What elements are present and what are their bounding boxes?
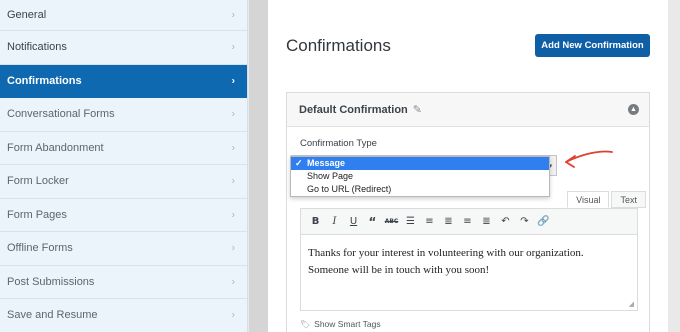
- resize-handle-icon[interactable]: ◢: [629, 300, 634, 308]
- pencil-icon[interactable]: ✎: [413, 103, 422, 116]
- sidebar-item-label: General: [7, 9, 47, 21]
- bold-icon[interactable]: B: [307, 213, 324, 231]
- card-header[interactable]: Default Confirmation ✎ ▲: [287, 93, 649, 127]
- chevron-right-icon: ›: [231, 242, 235, 254]
- numbered-list-icon[interactable]: ≡: [421, 213, 438, 231]
- italic-icon[interactable]: I: [326, 213, 343, 231]
- chevron-right-icon: ›: [231, 75, 235, 87]
- sidebar-item-offline-forms[interactable]: Offline Forms ›: [0, 232, 247, 266]
- bulleted-list-icon[interactable]: ☰: [402, 213, 419, 231]
- dropdown-option-show-page[interactable]: Show Page: [291, 170, 549, 183]
- sidebar-item-form-abandonment[interactable]: Form Abandonment ›: [0, 132, 247, 165]
- sidebar-item-label: Form Locker: [7, 175, 69, 188]
- redo-icon[interactable]: ↷: [516, 213, 533, 231]
- editor-line: Someone will be in touch with you soon!: [308, 264, 490, 276]
- sidebar-item-general[interactable]: General ›: [0, 0, 247, 31]
- align-left-icon[interactable]: ≣: [440, 213, 457, 231]
- sidebar-item-confirmations[interactable]: Confirmations ›: [0, 64, 247, 98]
- smart-tags-label: Show Smart Tags: [314, 319, 381, 329]
- strikethrough-icon[interactable]: ABC: [383, 213, 400, 231]
- show-smart-tags-link[interactable]: 🏷 Show Smart Tags: [300, 319, 381, 329]
- collapse-icon[interactable]: ▲: [628, 104, 639, 115]
- confirmation-card: Default Confirmation ✎ ▲ Confirmation Ty…: [286, 92, 650, 332]
- main-panel: Confirmations Add New Confirmation Defau…: [268, 0, 668, 332]
- sidebar-item-conversational-forms[interactable]: Conversational Forms ›: [0, 98, 247, 132]
- sidebar-item-label: Notifications: [7, 41, 67, 54]
- sidebar-item-form-pages[interactable]: Form Pages ›: [0, 199, 247, 232]
- editor-line: Thanks for your interest in volunteering…: [308, 247, 584, 259]
- sidebar-item-label: Form Pages: [7, 208, 67, 221]
- confirmation-type-label: Confirmation Type: [300, 138, 377, 149]
- tab-visual[interactable]: Visual: [567, 191, 610, 208]
- add-new-confirmation-button[interactable]: Add New Confirmation: [535, 34, 650, 57]
- editor-tabs: Visual Text: [567, 191, 646, 208]
- align-right-icon[interactable]: ≣: [478, 213, 495, 231]
- annotation-arrow-icon: [565, 150, 613, 168]
- sidebar-item-form-locker[interactable]: Form Locker ›: [0, 165, 247, 199]
- page-title: Confirmations: [286, 36, 391, 55]
- sidebar-item-label: Post Submissions: [7, 275, 95, 288]
- dropdown-option-go-to-url[interactable]: Go to URL (Redirect): [291, 183, 549, 196]
- tab-text[interactable]: Text: [611, 191, 646, 208]
- card-title: Default Confirmation: [299, 103, 408, 116]
- editor-toolbar: B I U “ ABC ☰ ≡ ≣ ≡ ≣ ↶ ↷ 🔗: [301, 209, 637, 235]
- sidebar-item-post-submissions[interactable]: Post Submissions ›: [0, 266, 247, 299]
- link-icon[interactable]: 🔗: [535, 213, 552, 231]
- message-editor[interactable]: B I U “ ABC ☰ ≡ ≣ ≡ ≣ ↶ ↷ 🔗 Thanks for y…: [300, 208, 638, 311]
- sidebar-item-label: Conversational Forms: [7, 108, 115, 121]
- align-center-icon[interactable]: ≡: [459, 213, 476, 231]
- undo-icon[interactable]: ↶: [497, 213, 514, 231]
- underline-icon[interactable]: U: [345, 213, 362, 231]
- chevron-right-icon: ›: [231, 9, 235, 21]
- chevron-right-icon: ›: [231, 175, 235, 187]
- chevron-right-icon: ›: [231, 41, 235, 53]
- dropdown-option-message[interactable]: ✓ Message: [291, 157, 549, 170]
- chevron-right-icon: ›: [231, 108, 235, 120]
- chevron-right-icon: ›: [231, 142, 235, 154]
- chevron-right-icon: ›: [231, 276, 235, 288]
- settings-sidebar: General › Notifications › Confirmations › C…: [0, 0, 248, 332]
- blockquote-icon[interactable]: “: [364, 213, 381, 231]
- sidebar-item-label: Form Abandonment: [7, 141, 104, 154]
- tag-icon: 🏷: [300, 319, 311, 329]
- checkmark-icon: ✓: [295, 158, 303, 168]
- sidebar-item-label: Save and Resume: [7, 309, 98, 322]
- gutter: [249, 0, 268, 332]
- editor-content[interactable]: Thanks for your interest in volunteering…: [301, 235, 637, 289]
- chevron-right-icon: ›: [231, 309, 235, 321]
- confirmation-type-dropdown[interactable]: ✓ Message Show Page Go to URL (Redirect): [290, 156, 550, 197]
- sidebar-item-notifications[interactable]: Notifications ›: [0, 31, 247, 65]
- sidebar-item-label: Confirmations: [7, 74, 82, 87]
- sidebar-item-label: Offline Forms: [7, 242, 73, 255]
- sidebar-item-save-and-resume[interactable]: Save and Resume ›: [0, 299, 247, 332]
- chevron-right-icon: ›: [231, 209, 235, 221]
